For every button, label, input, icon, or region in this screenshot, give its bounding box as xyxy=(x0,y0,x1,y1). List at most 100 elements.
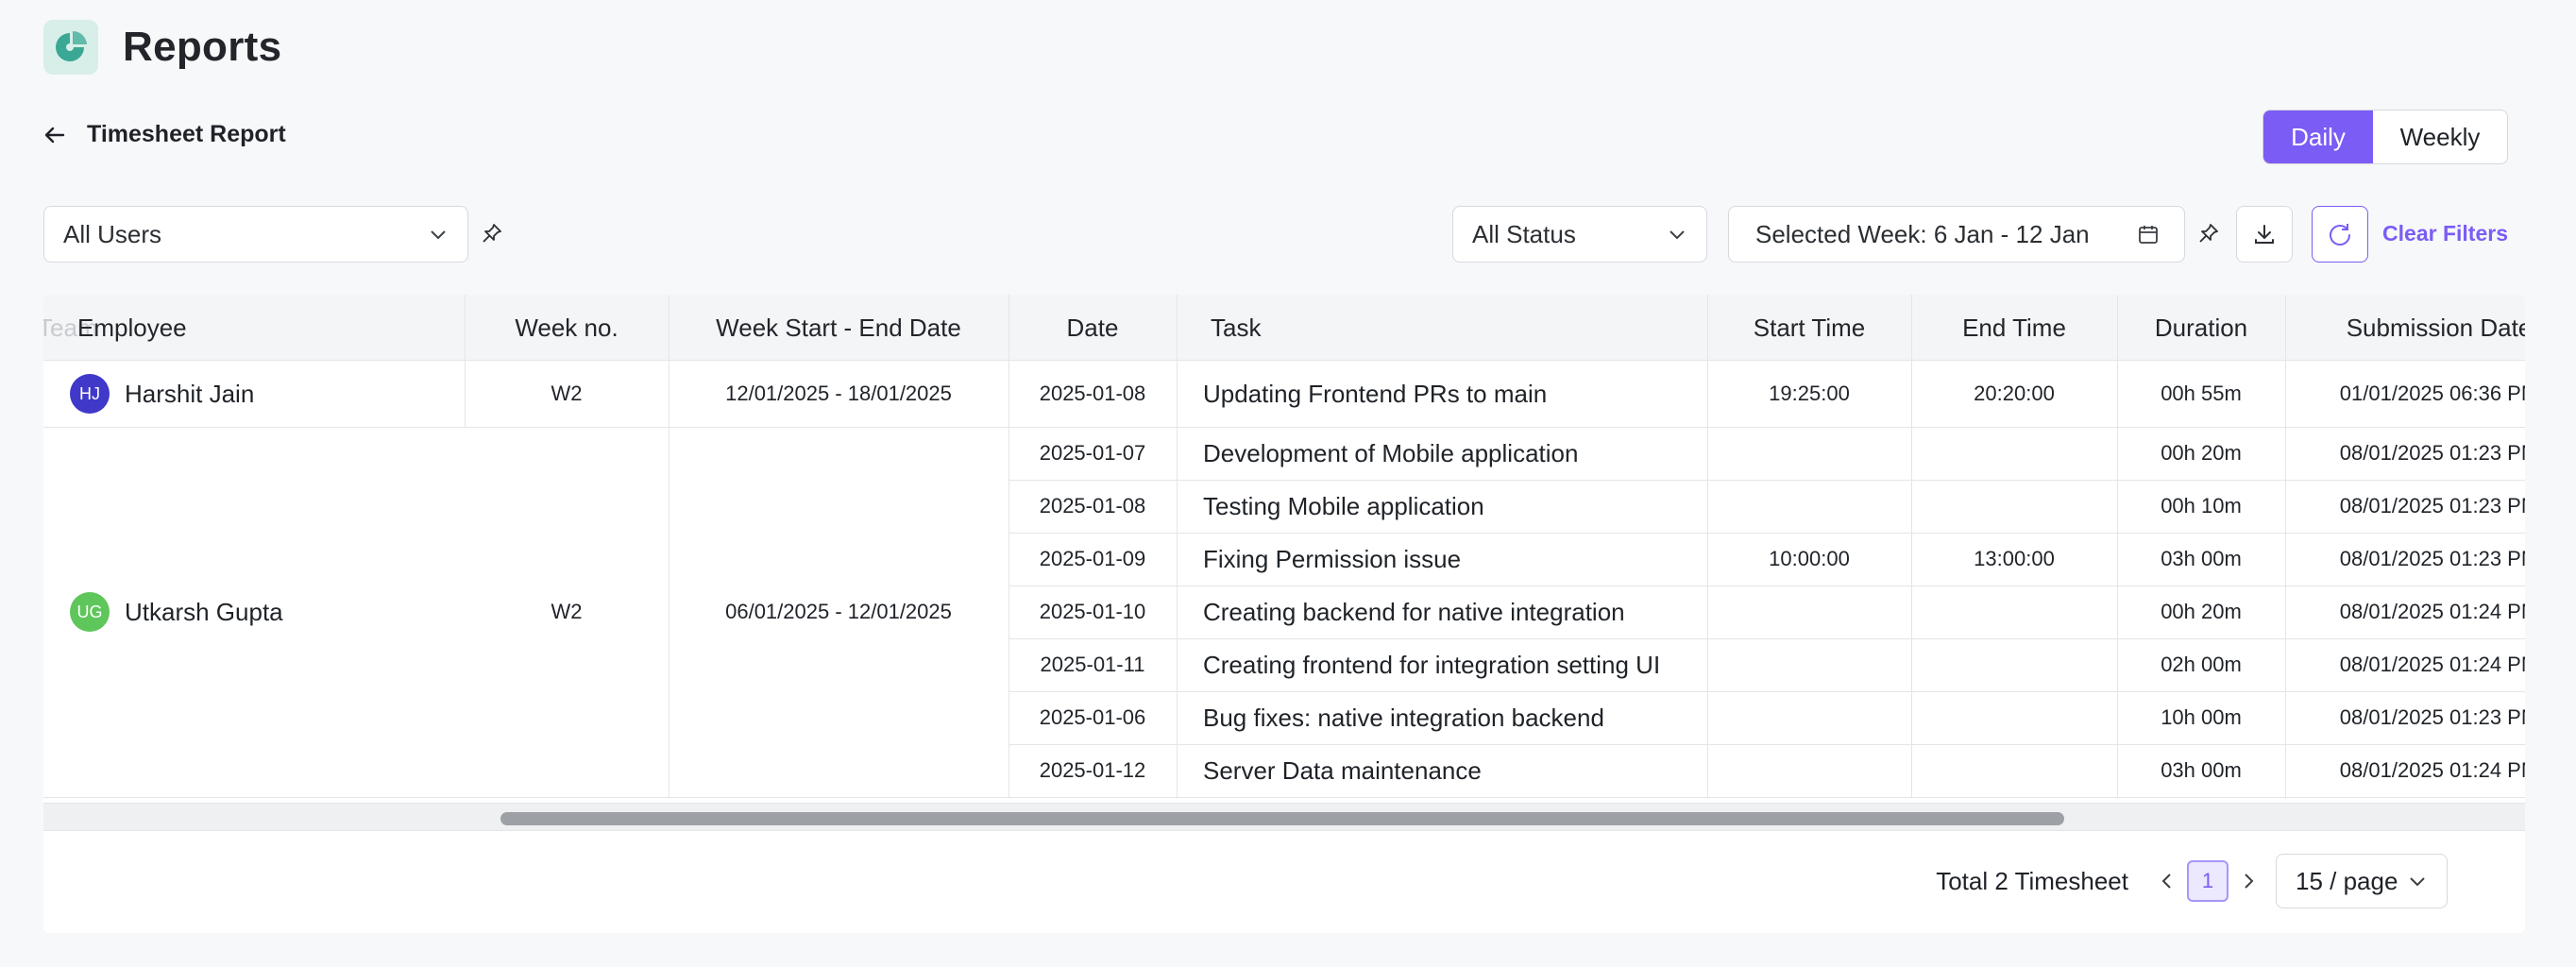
download-button[interactable] xyxy=(2236,206,2293,263)
back-arrow-icon[interactable] xyxy=(43,123,68,147)
page-header: Reports xyxy=(43,19,281,76)
row-divider xyxy=(43,797,2525,798)
table-cell-submitted: 01/01/2025 06:36 PM xyxy=(2339,382,2525,405)
table-cell-task: Bug fixes: native integration backend xyxy=(1203,703,1604,732)
table-cell-submitted: 08/01/2025 01:24 PM xyxy=(2339,653,2525,676)
header-submission-date[interactable]: Submission Date xyxy=(2285,295,2525,361)
users-select[interactable]: All Users xyxy=(43,206,468,263)
table-cell-task: Creating backend for native integration xyxy=(1203,597,1625,626)
toggle-daily[interactable]: Daily xyxy=(2263,110,2373,163)
clear-filters-link[interactable]: Clear Filters xyxy=(2382,221,2508,246)
column-divider xyxy=(2285,480,2286,533)
column-divider xyxy=(1707,585,1708,638)
table-cell-end xyxy=(1911,585,2117,638)
column-divider xyxy=(1008,638,1009,691)
column-divider xyxy=(2285,691,2286,744)
horizontal-scrollbar[interactable] xyxy=(43,803,2525,831)
week-range-cell: 12/01/2025 - 18/01/2025 xyxy=(725,382,952,405)
table-cell-task: Server Data maintenance xyxy=(1203,755,1482,785)
header-end-time[interactable]: End Time xyxy=(1911,295,2117,361)
toggle-weekly[interactable]: Weekly xyxy=(2373,110,2507,163)
header-week-range[interactable]: Week Start - End Date xyxy=(669,295,1008,361)
table-cell-task: Testing Mobile application xyxy=(1203,491,1484,520)
table-cell-submitted: 08/01/2025 01:23 PM xyxy=(2339,441,2525,465)
chevron-right-icon[interactable] xyxy=(2236,867,2261,895)
view-toggle: Daily Weekly xyxy=(2262,110,2508,164)
header-divider xyxy=(1911,295,1912,361)
chevron-left-icon[interactable] xyxy=(2155,867,2179,895)
timesheet-table: Team Employee Week no. Week Start - End Dat… xyxy=(43,295,2525,933)
column-divider xyxy=(1008,691,1009,744)
table-cell-start xyxy=(1707,744,1911,797)
column-divider xyxy=(1707,533,1708,585)
column-divider xyxy=(465,361,466,427)
status-select[interactable]: All Status xyxy=(1452,206,1707,263)
week-range-cell: 06/01/2025 - 12/01/2025 xyxy=(725,600,952,623)
page-1-button[interactable]: 1 xyxy=(2187,860,2229,902)
header-task[interactable]: Task xyxy=(1211,295,1707,361)
table-cell-submitted: 08/01/2025 01:23 PM xyxy=(2339,494,2525,517)
column-divider xyxy=(2117,533,2118,585)
table-cell-date: 2025-01-12 xyxy=(1039,758,1146,782)
header-divider xyxy=(1707,295,1708,361)
total-count: Total 2 Timesheet xyxy=(1936,866,2128,895)
pin-icon[interactable] xyxy=(478,219,506,247)
employee-name: Harshit Jain xyxy=(125,379,255,408)
header-employee[interactable]: Employee xyxy=(77,295,465,361)
header-divider xyxy=(1177,295,1178,361)
table-cell-start xyxy=(1707,638,1911,691)
refresh-button[interactable] xyxy=(2312,206,2368,263)
column-divider xyxy=(1177,691,1178,744)
table-cell-start xyxy=(1707,480,1911,533)
column-divider xyxy=(1707,691,1708,744)
column-divider xyxy=(1911,585,1912,638)
table-cell-start xyxy=(1707,427,1911,480)
filter-bar: All Users All Status Selected Week: 6 Ja… xyxy=(43,206,2508,263)
table-cell-task: Creating frontend for integration settin… xyxy=(1203,650,1661,679)
calendar-icon xyxy=(2139,226,2158,244)
table-cell-date: 2025-01-07 xyxy=(1039,441,1146,465)
table-cell-end xyxy=(1911,427,2117,480)
column-divider xyxy=(1911,361,1912,427)
page-size-select[interactable]: 15 / page xyxy=(2276,854,2448,908)
employee-cell: UG Utkarsh Gupta xyxy=(70,589,283,635)
page-size-value: 15 / page xyxy=(2296,866,2398,895)
table-cell-start: 19:25:00 xyxy=(1769,382,1850,405)
table-cell-date: 2025-01-10 xyxy=(1039,600,1146,623)
column-divider xyxy=(2117,691,2118,744)
column-divider xyxy=(1707,638,1708,691)
column-divider xyxy=(1707,361,1708,427)
status-select-value: All Status xyxy=(1472,219,1576,248)
column-divider xyxy=(2117,585,2118,638)
chevron-down-icon xyxy=(431,230,446,240)
header-date[interactable]: Date xyxy=(1008,295,1177,361)
table-cell-end xyxy=(1911,638,2117,691)
refresh-icon xyxy=(2330,224,2350,246)
table-cell-date: 2025-01-06 xyxy=(1039,705,1146,729)
table-cell-duration: 00h 20m xyxy=(2161,441,2242,465)
column-divider xyxy=(1911,744,1912,797)
column-divider xyxy=(1707,427,1708,480)
table-cell-duration: 10h 00m xyxy=(2161,705,2242,729)
table-cell-start xyxy=(1707,691,1911,744)
users-select-value: All Users xyxy=(63,219,162,248)
table-cell-task: Development of Mobile application xyxy=(1203,438,1579,467)
table-cell-submitted: 08/01/2025 01:24 PM xyxy=(2339,600,2525,623)
table-cell-duration: 03h 00m xyxy=(2161,547,2242,570)
header-week-no[interactable]: Week no. xyxy=(465,295,669,361)
column-divider xyxy=(1008,480,1009,533)
column-divider xyxy=(1707,480,1708,533)
column-divider xyxy=(2285,361,2286,427)
header-start-time[interactable]: Start Time xyxy=(1707,295,1911,361)
week-no-cell: W2 xyxy=(551,600,583,623)
pin-icon[interactable] xyxy=(2195,219,2223,247)
column-divider xyxy=(2285,744,2286,797)
column-divider xyxy=(1008,585,1009,638)
header-duration[interactable]: Duration xyxy=(2117,295,2285,361)
column-divider xyxy=(2117,480,2118,533)
header-divider xyxy=(2117,295,2118,361)
column-divider xyxy=(2285,638,2286,691)
week-picker[interactable]: Selected Week: 6 Jan - 12 Jan xyxy=(1728,206,2185,263)
scrollbar-thumb[interactable] xyxy=(500,812,2064,825)
column-divider xyxy=(2117,427,2118,480)
